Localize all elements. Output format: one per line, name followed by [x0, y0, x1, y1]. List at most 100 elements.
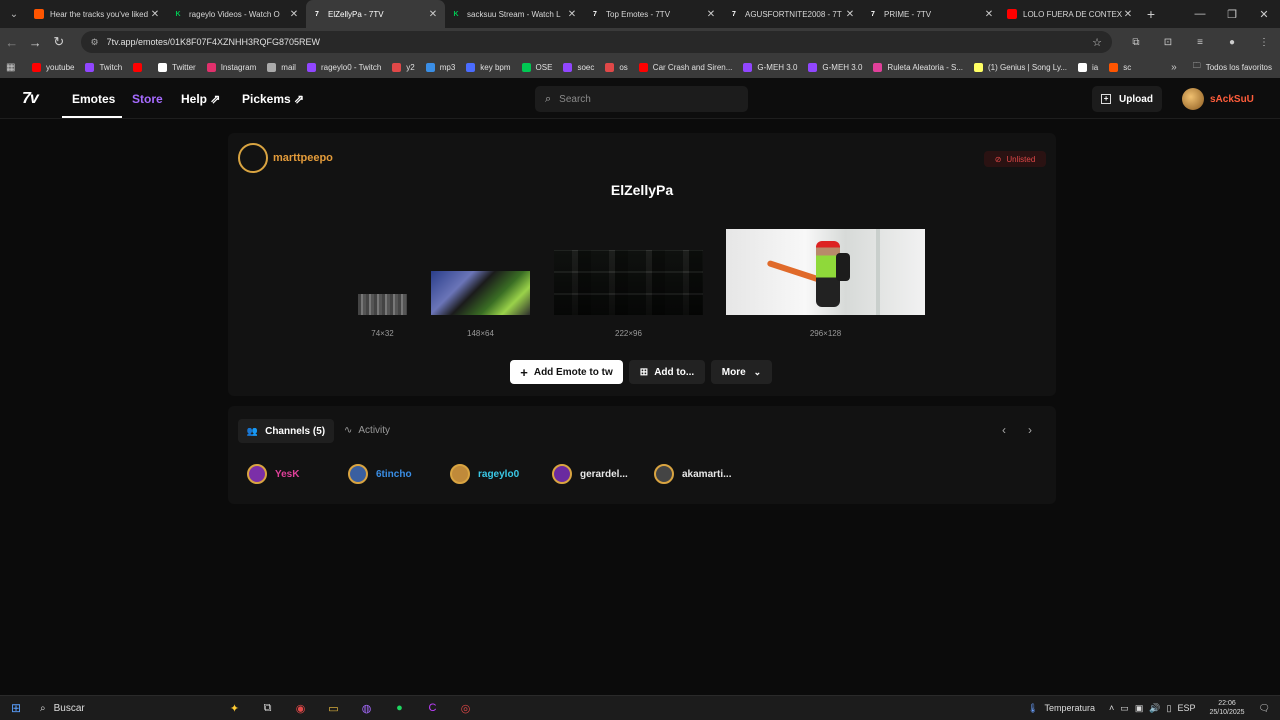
emote-owner[interactable]: marttpeepo [238, 143, 333, 173]
channel-item[interactable]: YesK [247, 464, 299, 484]
upload-button[interactable]: + Upload [1092, 86, 1162, 112]
apps-icon[interactable]: ▦ [6, 62, 20, 73]
channel-item[interactable]: 6tincho [348, 464, 412, 484]
address-bar[interactable]: ⚙ 7tv.app/emotes/01K8F07F4XZNHH3RQFG8705… [80, 31, 1112, 53]
new-tab-button[interactable]: + [1140, 6, 1162, 22]
canva-icon[interactable]: C [416, 702, 449, 714]
browser-tab[interactable]: 7 Top Emotes - 7TV ✕ [584, 0, 723, 28]
bookmark-item[interactable]: sc [1109, 62, 1131, 72]
close-tab-icon[interactable]: ✕ [288, 9, 300, 20]
tab-search-icon[interactable]: ⌄ [0, 0, 28, 28]
bookmark-item[interactable]: ia [1078, 62, 1098, 72]
browser-tab[interactable]: 7 ElZellyPa - 7TV ✕ [306, 0, 445, 28]
clock[interactable]: 22:06 25/10/2025 [1210, 699, 1245, 717]
forward-icon[interactable]: → [24, 35, 48, 50]
taskbar-search[interactable]: ⌕ Buscar [32, 703, 218, 714]
browser-tab[interactable]: 7 PRIME - 7TV ✕ [862, 0, 1001, 28]
chevron-up-icon[interactable]: ˄ [1109, 703, 1114, 713]
bookmark-item[interactable]: (1) Genius | Song Ly... [974, 62, 1067, 72]
bookmark-item[interactable]: mp3 [425, 62, 455, 72]
url-text[interactable]: 7tv.app/emotes/01K8F07F4XZNHH3RQFG8705RE… [107, 37, 1092, 47]
notification-icon[interactable]: 🗨 [1259, 703, 1270, 714]
all-bookmarks-folder[interactable]: 🗀 Todos los favoritos [1193, 60, 1272, 74]
menu-icon[interactable]: ⋮ [1248, 37, 1280, 48]
search-input[interactable]: ⌕ Search [535, 86, 748, 112]
chrome-icon[interactable]: ◉ [284, 702, 317, 715]
browser-tab[interactable]: LOLO FUERA DE CONTEX ✕ [1001, 0, 1140, 28]
profile-icon[interactable]: ● [1216, 37, 1248, 48]
bookmark-item[interactable] [133, 62, 147, 72]
restore-icon[interactable]: ❐ [1216, 8, 1248, 21]
network-icon[interactable]: ▭ [1120, 703, 1129, 714]
nav-help[interactable]: Help ⇗ [181, 92, 220, 106]
bookmark-item[interactable]: key bpm [466, 62, 511, 72]
weather-label[interactable]: Temperatura [1045, 703, 1096, 713]
close-tab-icon[interactable]: ✕ [566, 9, 578, 20]
file-explorer-icon[interactable]: ▭ [317, 702, 350, 715]
media-icon[interactable]: ≡ [1184, 37, 1216, 48]
close-tab-icon[interactable]: ✕ [705, 9, 717, 20]
close-tab-icon[interactable]: ✕ [149, 9, 161, 20]
close-tab-icon[interactable]: ✕ [427, 9, 439, 20]
site-info-icon[interactable]: ⚙ [91, 37, 99, 48]
spotify-icon[interactable]: ● [383, 702, 416, 714]
nav-pickems[interactable]: Pickems ⇗ [242, 92, 304, 106]
bookmark-item[interactable]: Instagram [206, 62, 256, 72]
windows-start-icon[interactable]: ⊞ [0, 701, 32, 715]
display-icon[interactable]: ▣ [1135, 703, 1144, 714]
bookmark-label: os [619, 62, 628, 72]
bookmark-item[interactable]: OSE [521, 62, 553, 72]
channel-item[interactable]: rageylo0 [450, 464, 519, 484]
bookmark-item[interactable]: G-MEH 3.0 [743, 62, 797, 72]
channel-avatar [348, 464, 368, 484]
back-icon[interactable]: ← [0, 35, 24, 50]
channel-item[interactable]: gerardel... [552, 464, 628, 484]
add-to-button[interactable]: ⊞ Add to... [629, 360, 705, 384]
bookmark-item[interactable]: G-MEH 3.0 [808, 62, 862, 72]
bookmark-item[interactable]: youtube [32, 62, 74, 72]
browser-tab[interactable]: Ksacksuu Stream - Watch L ✕ [445, 0, 584, 28]
volume-icon[interactable]: 🔊 [1149, 703, 1160, 714]
bookmark-item[interactable]: mail [267, 62, 296, 72]
nav-store[interactable]: Store [132, 92, 163, 106]
close-tab-icon[interactable]: ✕ [1122, 9, 1134, 20]
browser-tab[interactable]: 7 AGUSFORTNITE2008 - 7T ✕ [723, 0, 862, 28]
bookmark-item[interactable]: Ruleta Aleatoria - S... [873, 62, 963, 72]
next-page-icon[interactable]: › [1028, 423, 1032, 437]
bookmark-star-icon[interactable]: ☆ [1092, 36, 1102, 49]
bookmark-item[interactable]: Twitter [158, 62, 196, 72]
battery-icon[interactable]: ▯ [1167, 703, 1172, 714]
browser-tab[interactable]: Hear the tracks you've liked ✕ [28, 0, 167, 28]
extensions-icon[interactable]: ⧉ [1120, 37, 1152, 48]
window-controls: — ❐ ✕ [1184, 8, 1280, 21]
browser-tab[interactable]: Krageylo Videos - Watch O ✕ [167, 0, 306, 28]
bookmark-item[interactable]: Twitch [85, 62, 122, 72]
discord-icon[interactable]: ◍ [350, 702, 383, 715]
bookmark-item[interactable]: os [605, 62, 628, 72]
chrome-alt-icon[interactable]: ◎ [449, 702, 482, 715]
cast-icon[interactable]: ⊡ [1152, 37, 1184, 48]
add-emote-button[interactable]: + Add Emote to tw [510, 360, 623, 384]
7tv-logo[interactable]: 7v [22, 90, 39, 108]
language-indicator[interactable]: ESP [1178, 703, 1196, 713]
tab-activity[interactable]: ∿ Activity [344, 425, 390, 436]
copilot-icon[interactable]: ✦ [218, 702, 251, 715]
close-tab-icon[interactable]: ✕ [844, 9, 856, 20]
user-menu[interactable]: sAckSuU [1182, 88, 1254, 110]
bookmark-item[interactable]: rageylo0 - Twitch [306, 62, 381, 72]
close-window-icon[interactable]: ✕ [1248, 8, 1280, 21]
bookmark-item[interactable]: Car Crash and Siren... [638, 62, 732, 72]
reload-icon[interactable]: ↻ [47, 34, 71, 50]
minimize-icon[interactable]: — [1184, 8, 1216, 21]
nav-emotes[interactable]: Emotes [72, 92, 115, 106]
more-button[interactable]: More ⌄ [711, 360, 772, 384]
prev-page-icon[interactable]: ‹ [1002, 423, 1006, 437]
bookmarks-overflow-icon[interactable]: » [1171, 62, 1177, 73]
bookmark-item[interactable]: y2 [392, 62, 415, 72]
channel-item[interactable]: akamarti... [654, 464, 731, 484]
tab-channels[interactable]: 👥 Channels (5) [238, 419, 334, 443]
bookmark-item[interactable]: soec [563, 62, 594, 72]
close-tab-icon[interactable]: ✕ [983, 9, 995, 20]
bookmark-label: OSE [535, 62, 553, 72]
task-view-icon[interactable]: ⧉ [251, 702, 284, 715]
